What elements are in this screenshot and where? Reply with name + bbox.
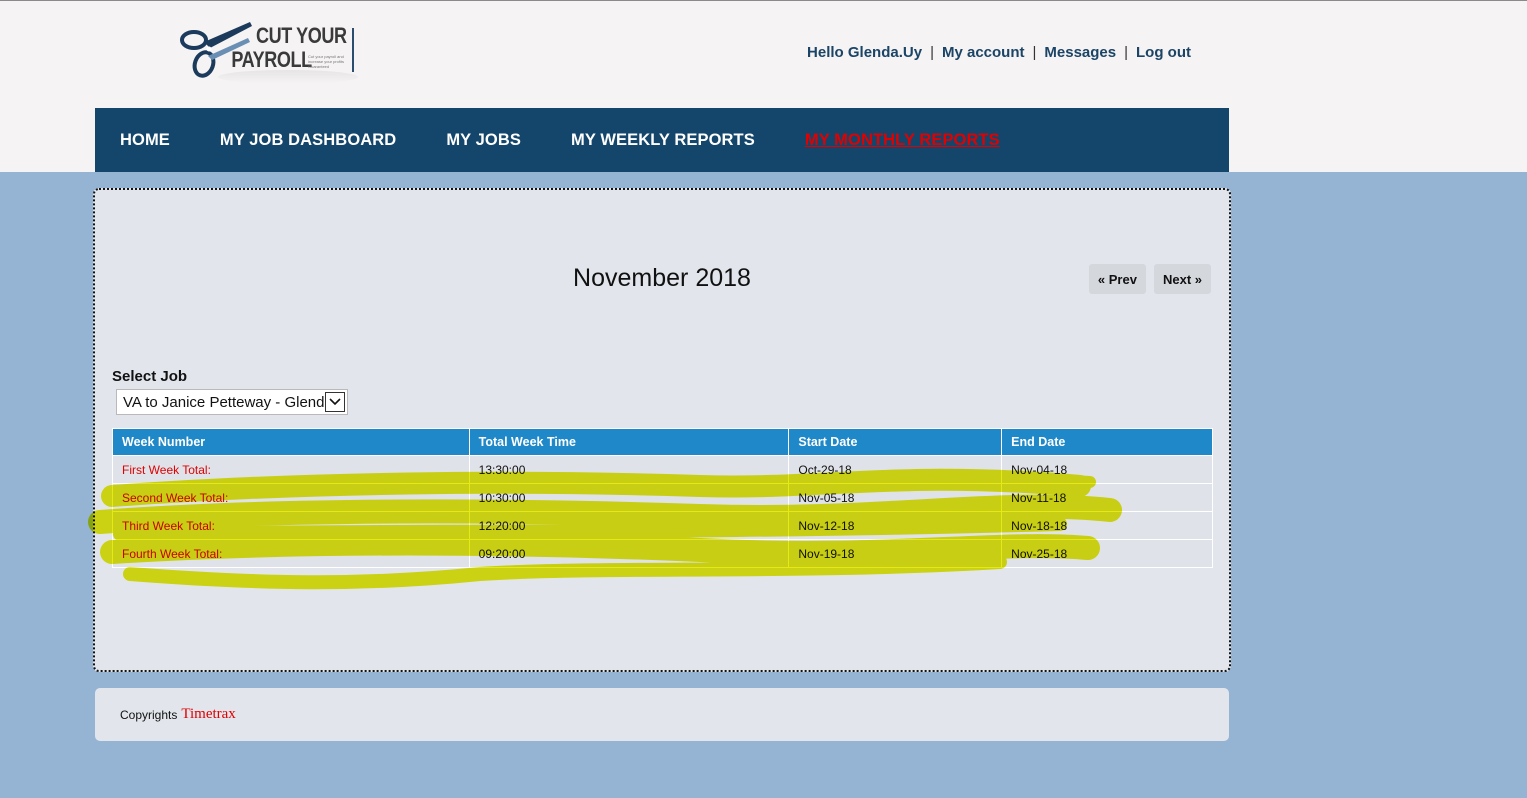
week-start-date: Nov-19-18 — [788, 539, 1003, 568]
week-label: First Week Total: — [112, 455, 470, 484]
main-nav: HOME MY JOB DASHBOARD MY JOBS MY WEEKLY … — [95, 108, 1229, 172]
my-account-link[interactable]: My account — [942, 44, 1025, 61]
prev-month-button[interactable]: « Prev — [1088, 264, 1146, 294]
select-job-label: Select Job — [112, 368, 188, 385]
table-row: Second Week Total: 10:30:00 Nov-05-18 No… — [112, 483, 1213, 512]
link-separator: | — [930, 44, 934, 61]
chevron-down-icon[interactable] — [325, 392, 345, 412]
link-separator: | — [1032, 44, 1037, 61]
nav-home[interactable]: HOME — [120, 131, 170, 150]
week-time: 13:30:00 — [468, 455, 790, 484]
month-pager: « Prev Next » — [1088, 264, 1211, 294]
week-end-date: Nov-04-18 — [1001, 455, 1213, 484]
week-end-date: Nov-25-18 — [1001, 539, 1213, 568]
week-end-date: Nov-18-18 — [1001, 511, 1213, 540]
copyright-text: Copyrights — [120, 707, 178, 722]
logout-link[interactable]: Log out — [1136, 44, 1191, 61]
logo-divider — [352, 28, 354, 72]
week-time: 12:20:00 — [468, 511, 790, 540]
site-logo[interactable]: CUT YOUR PAYROLL Cut your payroll and in… — [178, 16, 408, 86]
week-label: Fourth Week Total: — [112, 539, 470, 568]
job-select-value: VA to Janice Petteway - Glenda — [123, 393, 325, 411]
logo-line1: CUT YOUR — [256, 23, 347, 48]
header-total-week-time[interactable]: Total Week Time — [468, 428, 790, 456]
logo-reflection — [218, 70, 358, 84]
nav-job-dashboard[interactable]: MY JOB DASHBOARD — [220, 131, 396, 150]
table-header-row: Week Number Total Week Time Start Date E… — [112, 428, 1213, 456]
header-end-date[interactable]: End Date — [1001, 428, 1213, 456]
week-label: Second Week Total: — [112, 483, 470, 512]
monthly-report-panel: November 2018 « Prev Next » Select Job V… — [93, 188, 1231, 672]
nav-monthly-reports[interactable]: MY MONTHLY REPORTS — [805, 131, 1000, 150]
weekly-totals-table: Week Number Total Week Time Start Date E… — [112, 428, 1213, 568]
week-time: 10:30:00 — [468, 483, 790, 512]
job-select[interactable]: VA to Janice Petteway - Glenda — [116, 389, 348, 415]
next-month-button[interactable]: Next » — [1153, 264, 1211, 294]
table-row: Fourth Week Total: 09:20:00 Nov-19-18 No… — [112, 539, 1213, 568]
footer-brand-link[interactable]: Timetrax — [181, 706, 235, 723]
week-label: Third Week Total: — [112, 511, 470, 540]
nav-my-jobs[interactable]: MY JOBS — [446, 131, 521, 150]
nav-weekly-reports[interactable]: MY WEEKLY REPORTS — [571, 131, 755, 150]
week-start-date: Nov-12-18 — [788, 511, 1003, 540]
user-greeting[interactable]: Hello Glenda.Uy — [807, 44, 922, 61]
header-week-number[interactable]: Week Number — [112, 428, 470, 456]
table-row: Third Week Total: 12:20:00 Nov-12-18 Nov… — [112, 511, 1213, 540]
table-row: First Week Total: 13:30:00 Oct-29-18 Nov… — [112, 455, 1213, 484]
messages-link[interactable]: Messages — [1044, 44, 1116, 61]
week-start-date: Oct-29-18 — [788, 455, 1003, 484]
month-title: November 2018 — [573, 264, 751, 292]
week-time: 09:20:00 — [468, 539, 790, 568]
user-links: Hello Glenda.Uy | My account | Messages … — [807, 44, 1191, 61]
page-footer: Copyrights Timetrax — [95, 688, 1229, 741]
header-start-date[interactable]: Start Date — [788, 428, 1003, 456]
week-end-date: Nov-11-18 — [1001, 483, 1213, 512]
link-separator: | — [1124, 44, 1129, 61]
week-start-date: Nov-05-18 — [788, 483, 1003, 512]
logo-tagline: Cut your payroll and increase your profi… — [308, 54, 345, 69]
